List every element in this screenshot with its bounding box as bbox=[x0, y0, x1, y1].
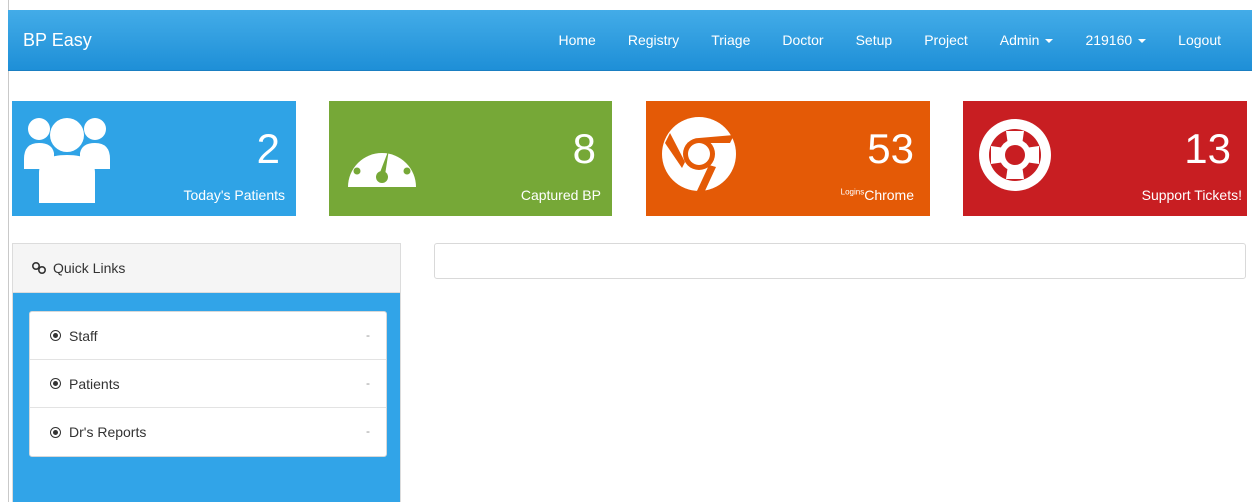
stat-label: Today's Patients bbox=[183, 187, 285, 203]
caret-down-icon bbox=[1138, 39, 1147, 44]
brand-link[interactable]: BP Easy bbox=[23, 30, 92, 51]
bullet-icon bbox=[50, 426, 61, 438]
bullet-icon bbox=[50, 378, 61, 389]
stat-value: 8 bbox=[572, 125, 596, 172]
stat-label-sup: Logins bbox=[840, 187, 865, 197]
stat-label-main: Chrome bbox=[864, 187, 914, 203]
list-item-marker: - bbox=[366, 376, 370, 390]
list-item-label: Staff bbox=[69, 327, 98, 344]
caret-down-icon bbox=[1045, 39, 1054, 44]
nav-setup[interactable]: Setup bbox=[840, 10, 909, 71]
content-panel-empty bbox=[434, 243, 1246, 279]
stat-tile-support-tickets[interactable]: 13 Support Tickets! bbox=[963, 101, 1247, 216]
quick-links-title: Quick Links bbox=[53, 260, 126, 276]
stat-label: Support Tickets! bbox=[1141, 187, 1242, 203]
quick-links-panel: Quick Links Staff - Patients - Dr's Repo… bbox=[12, 243, 401, 502]
nav-registry[interactable]: Registry bbox=[612, 10, 695, 71]
stat-tile-todays-patients[interactable]: 2 Today's Patients bbox=[12, 101, 296, 216]
stat-label: LoginsChrome bbox=[841, 187, 914, 203]
list-item-marker: - bbox=[366, 328, 370, 342]
nav-user-label: 219160 bbox=[1085, 32, 1133, 48]
nav-triage[interactable]: Triage bbox=[695, 10, 766, 71]
nav-project[interactable]: Project bbox=[908, 10, 984, 71]
list-item-label: Dr's Reports bbox=[69, 424, 147, 440]
quick-link-staff[interactable]: Staff - bbox=[30, 312, 386, 360]
window-left-border bbox=[0, 0, 9, 502]
stat-tile-chrome-logins[interactable]: 53 LoginsChrome bbox=[646, 101, 930, 216]
list-item-label: Patients bbox=[69, 375, 120, 392]
gauge-icon bbox=[348, 139, 416, 187]
list-item-marker: - bbox=[366, 424, 370, 438]
quick-links-list: Staff - Patients - Dr's Reports - bbox=[29, 311, 387, 457]
nav-home[interactable]: Home bbox=[542, 10, 611, 71]
chrome-icon bbox=[662, 117, 736, 193]
stat-value: 2 bbox=[256, 125, 280, 172]
nav-admin-dropdown[interactable]: Admin bbox=[984, 10, 1070, 71]
link-icon bbox=[31, 261, 47, 275]
bullet-icon bbox=[50, 330, 61, 341]
quick-link-patients[interactable]: Patients - bbox=[30, 360, 386, 408]
quick-link-dr-reports[interactable]: Dr's Reports - bbox=[30, 408, 386, 456]
stat-value: 13 bbox=[1184, 125, 1231, 172]
quick-links-body: Staff - Patients - Dr's Reports - bbox=[13, 293, 400, 502]
main-nav: Home Registry Triage Doctor Setup Projec… bbox=[542, 10, 1252, 71]
lifebuoy-icon bbox=[979, 119, 1051, 191]
nav-user-dropdown[interactable]: 219160 bbox=[1069, 10, 1162, 71]
top-navbar: BP Easy Home Registry Triage Doctor Setu… bbox=[8, 10, 1252, 71]
stat-tile-captured-bp[interactable]: 8 Captured BP bbox=[329, 101, 612, 216]
nav-admin-label: Admin bbox=[999, 32, 1040, 48]
nav-doctor[interactable]: Doctor bbox=[766, 10, 839, 71]
nav-logout[interactable]: Logout bbox=[1162, 10, 1252, 71]
stat-value: 53 bbox=[867, 125, 914, 172]
stat-label: Captured BP bbox=[520, 187, 601, 203]
users-icon bbox=[24, 118, 110, 203]
quick-links-header: Quick Links bbox=[13, 244, 400, 293]
